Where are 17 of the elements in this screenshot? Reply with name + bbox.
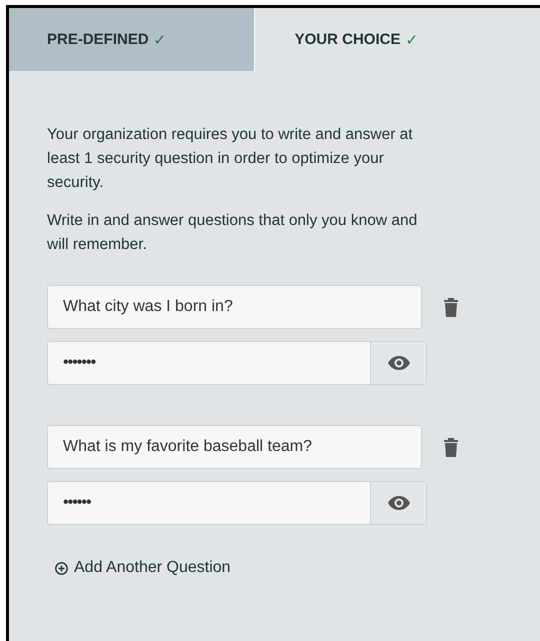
show-password-button[interactable] — [370, 482, 426, 524]
eye-icon — [388, 356, 410, 370]
check-icon: ✓ — [154, 30, 167, 48]
answer-field[interactable]: ••••••• — [47, 341, 427, 385]
tab[interactable]: PRE-DEFINED ✓ — [9, 8, 254, 71]
add-question-button[interactable]: Add Another Question — [55, 559, 231, 577]
instruction-text: Write in and answer questions that only you know and will remember. — [47, 211, 418, 255]
trash-icon[interactable] — [444, 438, 458, 456]
trash-icon[interactable] — [444, 298, 458, 316]
check-icon: ✓ — [405, 30, 418, 48]
plus-circle-icon — [55, 562, 68, 574]
question-field[interactable]: What is my favorite baseball team? — [47, 425, 422, 469]
answer-field[interactable]: •••••• — [47, 481, 427, 525]
eye-icon — [388, 496, 410, 510]
question-field[interactable]: What city was I born in? — [47, 285, 422, 329]
instruction-text: Your organization requires you to write and answer at least 1 security question in order to optimize your security. — [47, 125, 414, 193]
show-password-button[interactable] — [370, 342, 426, 384]
